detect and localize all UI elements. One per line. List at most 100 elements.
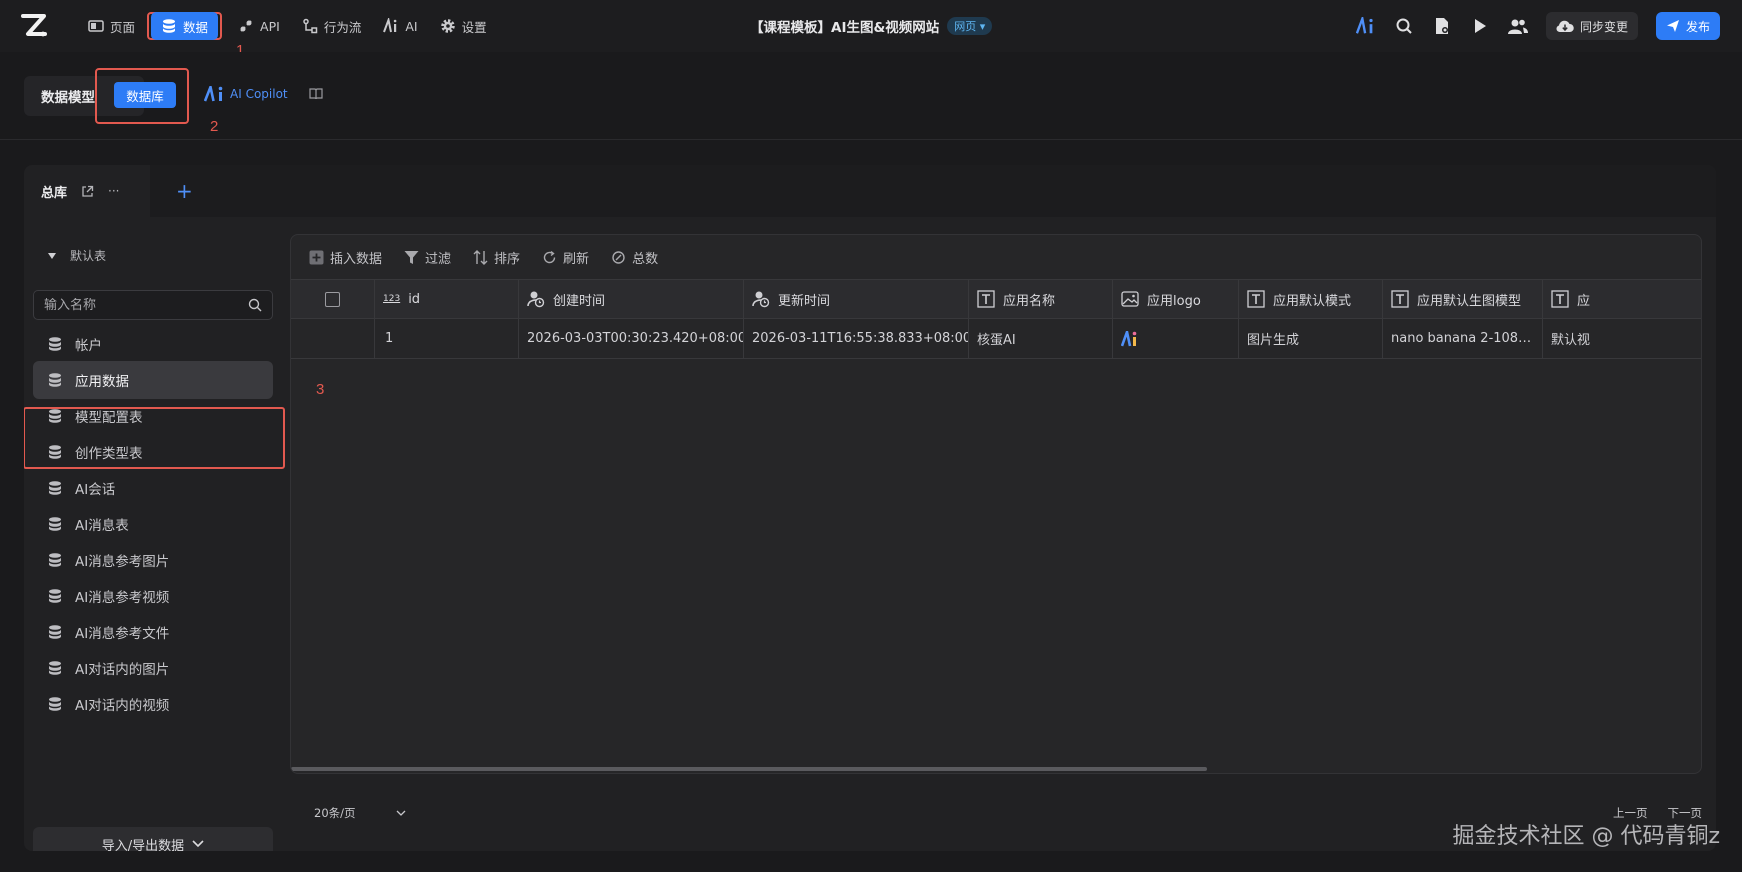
- search-icon[interactable]: [248, 298, 262, 312]
- default-table-group-label: 默认表: [70, 249, 107, 263]
- more-options-icon[interactable]: ···: [108, 184, 119, 198]
- user-time-icon: [752, 291, 770, 308]
- filter-button[interactable]: 过滤: [404, 248, 451, 267]
- sort-icon: [473, 249, 488, 265]
- database-button[interactable]: 数据库: [114, 82, 176, 108]
- nav-data[interactable]: 数据: [151, 12, 219, 40]
- sidebar-table-item[interactable]: AI对话内的视频: [33, 685, 273, 723]
- column-default-mode-label: 应用默认模式: [1273, 293, 1352, 309]
- cell-updated[interactable]: 2026-03-11T16:55:38.833+08:00: [744, 319, 969, 358]
- nav-ai[interactable]: AI: [373, 12, 427, 40]
- column-header-default-mode[interactable]: 应用默认模式: [1239, 280, 1383, 318]
- import-export-button[interactable]: 导入/导出数据: [33, 827, 273, 851]
- table-row[interactable]: 1 2026-03-03T00:30:23.420+08:00 2026-03-…: [291, 319, 1701, 359]
- cloud-icon: [1556, 20, 1574, 33]
- add-database-button[interactable]: +: [176, 179, 193, 203]
- column-header-app-name[interactable]: 应用名称: [969, 280, 1113, 318]
- sidebar-table-label: 应用数据: [75, 374, 129, 390]
- annotation-2: 2: [210, 118, 219, 135]
- total-count-label: 总数: [632, 251, 659, 267]
- text-type-icon: [1247, 290, 1265, 308]
- select-all-checkbox[interactable]: [325, 291, 340, 307]
- nav-flow-label: 行为流: [323, 19, 362, 35]
- sync-changes-button[interactable]: 同步变更: [1545, 12, 1638, 40]
- sidebar-table-item[interactable]: AI消息参考文件: [33, 613, 273, 651]
- flow-icon: [303, 18, 318, 34]
- refresh-button[interactable]: 刷新: [542, 248, 589, 267]
- platform-badge[interactable]: 网页 ▾: [947, 17, 993, 35]
- cell-truncated[interactable]: 默认视: [1543, 319, 1701, 358]
- text-type-icon: [977, 290, 995, 308]
- column-header-default-image-model[interactable]: 应用默认生图模型: [1383, 280, 1543, 318]
- nav-page[interactable]: 页面: [78, 12, 145, 40]
- database-icon: [49, 661, 61, 675]
- docs-book-icon[interactable]: [309, 88, 323, 104]
- api-icon: [240, 20, 252, 32]
- insert-data-button[interactable]: 插入数据: [309, 248, 382, 267]
- sidebar-table-item[interactable]: AI会话: [33, 469, 273, 507]
- tab-main-db[interactable]: 总库 ···: [24, 165, 150, 217]
- total-count-button[interactable]: 总数: [611, 248, 658, 267]
- sidebar-table-item[interactable]: AI消息参考视频: [33, 577, 273, 615]
- data-model-tab-label: 数据模型: [41, 90, 95, 106]
- column-header-updated[interactable]: 更新时间: [744, 280, 969, 318]
- open-external-icon[interactable]: [81, 185, 94, 198]
- cell-default-image-model[interactable]: nano banana 2-108…: [1383, 319, 1543, 358]
- tab-main-db-label: 总库: [41, 185, 68, 201]
- user-time-icon: [527, 291, 545, 308]
- publish-label: 发布: [1685, 19, 1710, 34]
- sidebar-table-item[interactable]: AI消息表: [33, 505, 273, 543]
- project-title: 【课程模板】AI生图&视频网站: [750, 20, 940, 36]
- app-logo-icon[interactable]: [20, 13, 48, 39]
- cell-id[interactable]: 1: [375, 319, 519, 358]
- caret-down-icon: [48, 252, 56, 259]
- publish-button[interactable]: 发布: [1655, 12, 1720, 40]
- nav-api[interactable]: API: [228, 12, 290, 40]
- sort-button[interactable]: 排序: [473, 248, 520, 267]
- collaborators-icon[interactable]: [1507, 16, 1528, 36]
- database-icon: [49, 625, 61, 639]
- main-nav: 页面 数据 API 行为流 AI 设置: [78, 10, 499, 42]
- sidebar-table-label: AI对话内的视频: [75, 698, 170, 714]
- nav-flow[interactable]: 行为流: [292, 12, 372, 40]
- select-all-cell: [291, 280, 375, 318]
- preview-play-icon[interactable]: [1470, 16, 1490, 36]
- page-size-select[interactable]: 20条/页: [314, 805, 356, 821]
- chevron-down-icon[interactable]: [396, 810, 406, 816]
- database-icon: [49, 517, 61, 531]
- right-toolbar: 同步变更 发布: [1355, 12, 1720, 40]
- column-updated-label: 更新时间: [778, 293, 831, 309]
- sidebar-table-item[interactable]: 应用数据: [33, 361, 273, 399]
- watermark: 掘金技术社区 @ 代码青铜z: [1452, 824, 1720, 849]
- horizontal-scrollbar[interactable]: [291, 767, 1207, 771]
- ai-assistant-icon[interactable]: [1355, 16, 1376, 36]
- project-title-area[interactable]: 【课程模板】AI生图&视频网站 网页 ▾: [750, 16, 993, 36]
- column-header-created[interactable]: 创建时间: [519, 280, 744, 318]
- refresh-icon: [543, 250, 556, 263]
- cell-app-name[interactable]: 核蛋AI: [969, 319, 1113, 358]
- database-icon: [49, 481, 61, 495]
- ai-copilot-button[interactable]: AI Copilot: [204, 86, 288, 102]
- column-default-image-model-label: 应用默认生图模型: [1417, 293, 1522, 309]
- column-header-app-logo[interactable]: 应用logo: [1113, 280, 1239, 318]
- column-header-id[interactable]: 123 id: [375, 280, 519, 318]
- cell-default-mode[interactable]: 图片生成: [1239, 319, 1383, 358]
- nav-settings[interactable]: 设置: [430, 12, 497, 40]
- default-table-group[interactable]: 默认表: [48, 247, 106, 264]
- database-panel: 总库 ··· + 默认表 帐户应用数据模型配置表创作类型表AI会话AI消息表AI…: [24, 165, 1716, 851]
- page-icon: [88, 20, 104, 32]
- column-id-label: id: [408, 291, 421, 307]
- number-type-icon: 123: [383, 294, 401, 304]
- count-icon: [612, 250, 625, 264]
- sidebar-table-item[interactable]: 帐户: [33, 325, 273, 363]
- cell-created[interactable]: 2026-03-03T00:30:23.420+08:00: [519, 319, 744, 358]
- sidebar-table-item[interactable]: AI消息参考图片: [33, 541, 273, 579]
- document-settings-icon[interactable]: [1432, 16, 1452, 36]
- sidebar-table-item[interactable]: AI对话内的图片: [33, 649, 273, 687]
- column-header-truncated[interactable]: 应: [1543, 280, 1701, 318]
- database-icon: [49, 589, 61, 603]
- table-search-input[interactable]: [44, 297, 234, 313]
- filter-label: 过滤: [425, 251, 452, 267]
- cell-app-logo[interactable]: [1113, 319, 1239, 358]
- refresh-search-icon[interactable]: [1394, 16, 1414, 36]
